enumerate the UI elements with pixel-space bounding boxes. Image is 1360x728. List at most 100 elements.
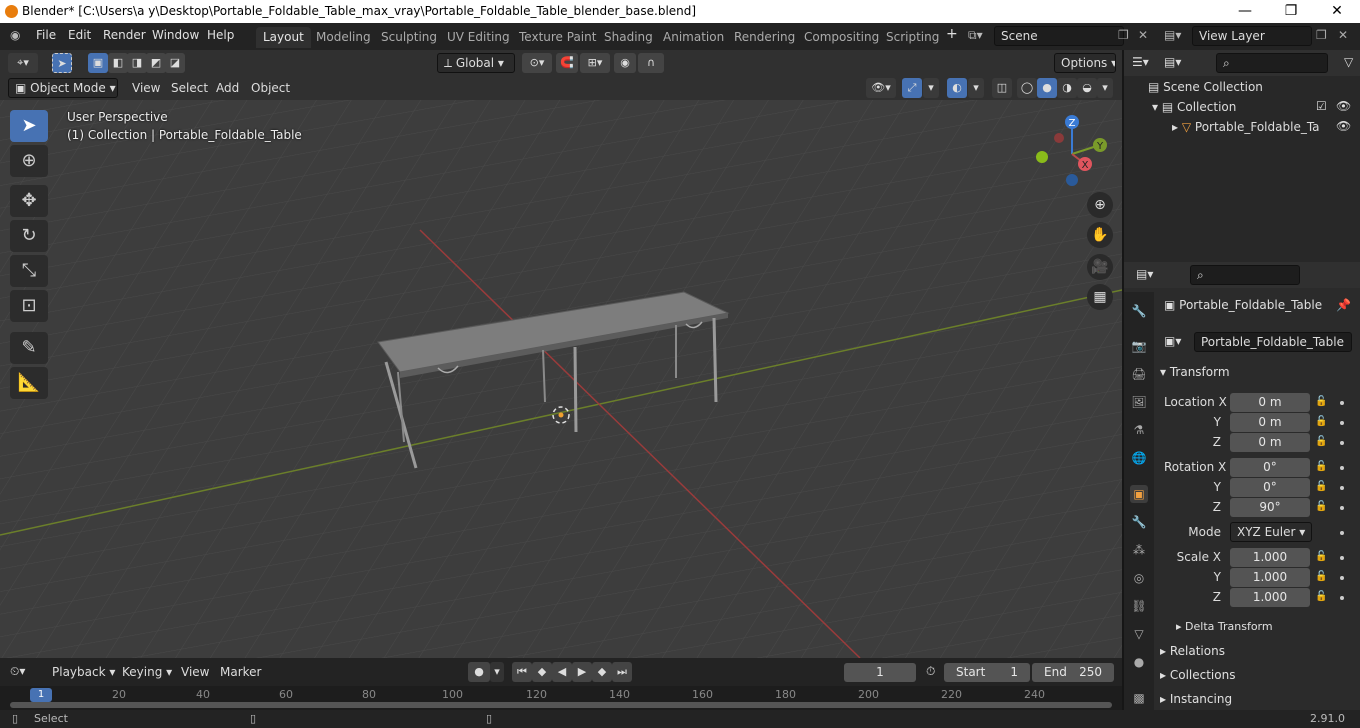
collection-visibility-icon[interactable]: 👁 [1336, 99, 1351, 113]
location-y-field[interactable]: 0 m [1230, 413, 1310, 432]
mode-dropdown[interactable]: ▣ Object Mode ▾ [8, 78, 118, 98]
tab-animation[interactable]: Animation [656, 27, 731, 48]
prev-keyframe-icon[interactable]: ◆ [532, 662, 552, 682]
current-frame-field[interactable]: 1 [844, 663, 916, 682]
expand-arrow-icon[interactable]: ▾ [1152, 100, 1162, 114]
view-layer-tab-icon[interactable]: 🖼 [1130, 393, 1148, 411]
properties-editor-type-icon[interactable]: ▤▾ [1136, 267, 1153, 281]
playhead[interactable]: 1 [30, 688, 52, 702]
blender-menu-icon[interactable]: ◉ [10, 28, 20, 42]
exclude-checkbox[interactable]: ☑ [1316, 99, 1327, 113]
outliner-search-input[interactable]: ⌕ [1216, 53, 1328, 73]
tab-scripting[interactable]: Scripting [879, 27, 946, 48]
select-tool-icon[interactable]: ➤ [10, 110, 48, 142]
datablock-type-icon[interactable]: ▣▾ [1164, 334, 1181, 348]
cursor-tool-icon[interactable]: ⊕ [10, 145, 48, 177]
overlays-dropdown-icon[interactable]: ▾ [968, 78, 984, 98]
jump-end-icon[interactable]: ⏭ [612, 662, 632, 682]
lock-icon[interactable]: 🔓 [1315, 551, 1327, 562]
new-view-layer-icon[interactable]: ❐ [1316, 28, 1327, 42]
timeline-editor-type-icon[interactable]: ⏲▾ [10, 664, 25, 679]
view-layer-field[interactable]: View Layer [1192, 26, 1312, 46]
properties-search-input[interactable]: ⌕ [1190, 265, 1300, 285]
relations-panel-header[interactable]: ▸ Relations [1160, 644, 1225, 658]
keyframe-dot-icon[interactable] [1340, 531, 1344, 535]
object-tab-icon[interactable]: ▣ [1130, 485, 1148, 503]
lock-icon[interactable]: 🔓 [1315, 571, 1327, 582]
menu-help[interactable]: Help [207, 28, 234, 42]
scale-tool-icon[interactable]: ⤡ [10, 255, 48, 287]
pan-hand-icon[interactable]: ✋ [1087, 222, 1113, 248]
select-intersect-icon[interactable]: ◪ [165, 53, 185, 73]
object-visibility-icon[interactable]: 👁 [1336, 119, 1351, 133]
tool-tab-icon[interactable]: 🔧 [1130, 302, 1148, 320]
object-name-field[interactable]: Portable_Foldable_Table [1194, 332, 1352, 352]
transform-panel-header[interactable]: ▾ Transform [1160, 365, 1230, 379]
collections-panel-header[interactable]: ▸ Collections [1160, 668, 1235, 682]
gizmo-toggle-icon[interactable]: ⤢ [902, 78, 922, 98]
lock-icon[interactable]: 🔓 [1315, 396, 1327, 407]
tab-texture-paint[interactable]: Texture Paint [512, 27, 603, 48]
scene-tab-icon[interactable]: ⚗ [1130, 421, 1148, 439]
options-dropdown[interactable]: Options ▾ [1054, 53, 1116, 73]
maximize-button[interactable]: ❐ [1268, 0, 1314, 23]
keyframe-dot-icon[interactable] [1340, 441, 1344, 445]
tab-rendering[interactable]: Rendering [727, 27, 802, 48]
snap-target-icon[interactable]: ⊞▾ [580, 53, 610, 73]
lock-icon[interactable]: 🔓 [1315, 501, 1327, 512]
location-z-field[interactable]: 0 m [1230, 433, 1310, 452]
scale-z-field[interactable]: 1.000 [1230, 588, 1310, 607]
scale-x-field[interactable]: 1.000 [1230, 548, 1310, 567]
rotation-x-field[interactable]: 0° [1230, 458, 1310, 477]
tab-compositing[interactable]: Compositing [797, 27, 886, 48]
display-mode-icon[interactable]: ▤▾ [1164, 55, 1181, 69]
render-tab-icon[interactable]: 📷 [1130, 337, 1148, 355]
editor-type-icon[interactable]: ⌖▾ [8, 53, 38, 73]
timeline-menu-view[interactable]: View [181, 665, 209, 679]
tab-sculpting[interactable]: Sculpting [374, 27, 444, 48]
play-icon[interactable]: ▶ [572, 662, 592, 682]
collection-item[interactable]: ▾ ▤ Collection [1152, 100, 1236, 114]
texture-tab-icon[interactable]: ▩ [1130, 689, 1148, 707]
instancing-panel-header[interactable]: ▸ Instancing [1160, 692, 1232, 706]
delta-transform-subpanel[interactable]: ▸ Delta Transform [1176, 620, 1273, 633]
timeline-scrollbar[interactable] [10, 702, 1112, 708]
gizmo-dropdown-icon[interactable]: ▾ [923, 78, 939, 98]
pin-icon[interactable]: 📌 [1336, 298, 1351, 312]
wireframe-shading-icon[interactable]: ◯ [1017, 78, 1037, 98]
menu-edit[interactable]: Edit [68, 28, 91, 42]
timeline-menu-marker[interactable]: Marker [220, 665, 261, 679]
output-tab-icon[interactable]: 🖨 [1130, 365, 1148, 383]
menu-window[interactable]: Window [152, 28, 199, 42]
delete-scene-icon[interactable]: ✕ [1138, 28, 1148, 42]
viewport-menu-object[interactable]: Object [251, 81, 290, 95]
zoom-icon[interactable]: ⊕ [1087, 192, 1113, 218]
solid-shading-icon[interactable]: ● [1037, 78, 1057, 98]
move-tool-icon[interactable]: ✥ [10, 185, 48, 217]
timeline-ruler[interactable]: 1 20 40 60 80 100 120 140 160 180 200 22… [0, 686, 1122, 710]
rotation-y-field[interactable]: 0° [1230, 478, 1310, 497]
tab-modeling[interactable]: Modeling [309, 27, 378, 48]
minimize-button[interactable]: — [1222, 0, 1268, 23]
transform-tool-icon[interactable]: ⊡ [10, 290, 48, 322]
overlays-toggle-icon[interactable]: ◐ [947, 78, 967, 98]
perspective-toggle-icon[interactable]: ▦ [1087, 284, 1113, 310]
tab-layout[interactable]: Layout [256, 27, 311, 48]
shading-dropdown-icon[interactable]: ▾ [1097, 78, 1113, 98]
modifier-tab-icon[interactable]: 🔧 [1130, 513, 1148, 531]
timeline-menu-keying[interactable]: Keying ▾ [122, 665, 172, 679]
select-box-tool-icon[interactable]: ➤ [52, 53, 72, 73]
scale-y-field[interactable]: 1.000 [1230, 568, 1310, 587]
filter-icon[interactable]: ▽ [1344, 55, 1353, 69]
pivot-point-icon[interactable]: ⊙▾ [522, 53, 552, 73]
keyframe-dot-icon[interactable] [1340, 596, 1344, 600]
particles-tab-icon[interactable]: ⁂ [1130, 541, 1148, 559]
proportional-falloff-icon[interactable]: ∩ [638, 53, 664, 73]
material-tab-icon[interactable]: ● [1130, 653, 1148, 671]
auto-keying-icon[interactable]: ● [468, 662, 490, 682]
menu-render[interactable]: Render [103, 28, 146, 42]
tab-shading[interactable]: Shading [597, 27, 660, 48]
scene-name-field[interactable]: Scene [994, 26, 1124, 46]
keyframe-dot-icon[interactable] [1340, 506, 1344, 510]
view-layer-selector-icon[interactable]: ▤▾ [1164, 28, 1181, 42]
